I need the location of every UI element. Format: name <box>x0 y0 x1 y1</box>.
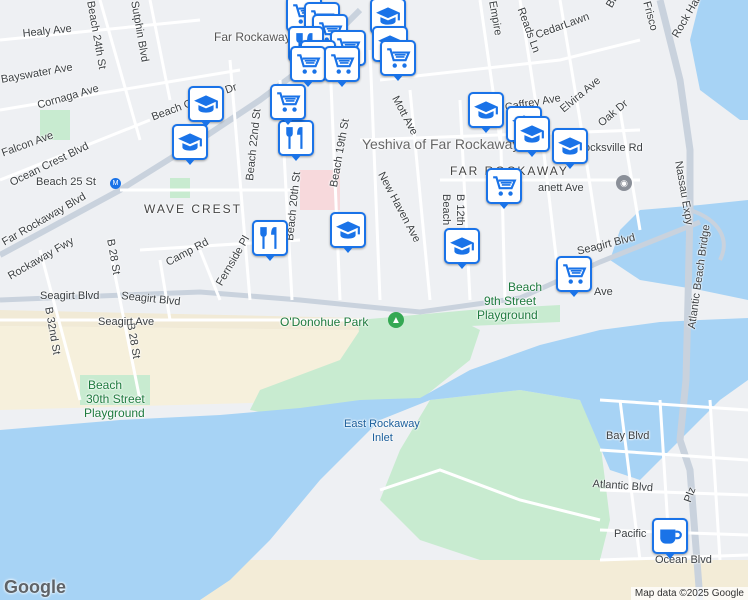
cafe-marker[interactable] <box>652 518 688 559</box>
school-marker[interactable] <box>514 116 550 157</box>
street-label: anett Ave <box>538 182 584 194</box>
shopping-marker[interactable] <box>290 46 326 87</box>
neighborhood-label: WAVE CREST <box>144 202 243 216</box>
google-logo: Google <box>4 577 66 597</box>
park-label[interactable]: Beach <box>508 280 542 294</box>
rail-icon[interactable]: M <box>110 178 121 189</box>
shopping-marker[interactable] <box>270 84 306 125</box>
shopping-marker[interactable] <box>324 46 360 87</box>
tree-icon[interactable]: ▲ <box>388 312 404 328</box>
school-icon <box>335 217 361 243</box>
shopping-marker[interactable] <box>380 40 416 81</box>
park-label[interactable]: Playground <box>84 406 145 420</box>
school-marker[interactable] <box>444 228 480 269</box>
school-icon <box>519 121 545 147</box>
shopping-icon <box>275 89 301 115</box>
school-icon <box>177 129 203 155</box>
water-label: East Rockaway <box>344 418 420 430</box>
school-marker[interactable] <box>468 92 504 133</box>
school-icon <box>473 97 499 123</box>
school-marker[interactable] <box>172 124 208 165</box>
shopping-marker[interactable] <box>486 168 522 209</box>
shopping-icon <box>561 261 587 287</box>
attribution[interactable]: Map data ©2025 Google <box>630 587 748 600</box>
school-marker[interactable] <box>552 128 588 169</box>
restaurant-icon <box>283 125 309 151</box>
park-label[interactable]: Playground <box>477 308 538 322</box>
street-label: Seagirt Blvd <box>40 290 100 302</box>
street-label: Pacific <box>614 528 647 540</box>
camera-icon[interactable]: ◉ <box>616 175 632 191</box>
street-label: Beach 25 St <box>36 176 96 188</box>
shopping-icon <box>295 51 321 77</box>
restaurant-icon <box>257 225 283 251</box>
school-marker[interactable] <box>188 86 224 127</box>
shopping-marker[interactable] <box>556 256 592 297</box>
street-label: Ave <box>594 286 613 298</box>
school-icon <box>193 91 219 117</box>
restaurant-marker[interactable] <box>278 120 314 161</box>
street-label: Seagirt Ave <box>98 316 155 328</box>
restaurant-marker[interactable] <box>252 220 288 261</box>
park-label[interactable]: 30th Street <box>86 392 145 406</box>
map-canvas[interactable]: Healy Ave Beach 24th St Sutphin Blvd Bay… <box>0 0 748 600</box>
school-icon <box>449 233 475 259</box>
shopping-icon <box>329 51 355 77</box>
school-icon <box>557 133 583 159</box>
street-label: Bay Blvd <box>606 430 650 442</box>
water-label: Inlet <box>372 432 393 444</box>
park-label[interactable]: 9th Street <box>484 294 536 308</box>
street-label: Beach <box>440 194 452 226</box>
cafe-icon <box>657 523 683 549</box>
street-label: ocksville Rd <box>584 142 643 154</box>
map-base <box>0 0 748 600</box>
place-label[interactable]: Yeshiva of Far Rockaway <box>362 136 519 152</box>
street-label: B 12th <box>454 194 466 226</box>
shopping-icon <box>385 45 411 71</box>
park-label[interactable]: O'Donohue Park <box>280 315 368 329</box>
school-marker[interactable] <box>330 212 366 253</box>
shopping-icon <box>491 173 517 199</box>
park-label[interactable]: Beach <box>88 378 122 392</box>
